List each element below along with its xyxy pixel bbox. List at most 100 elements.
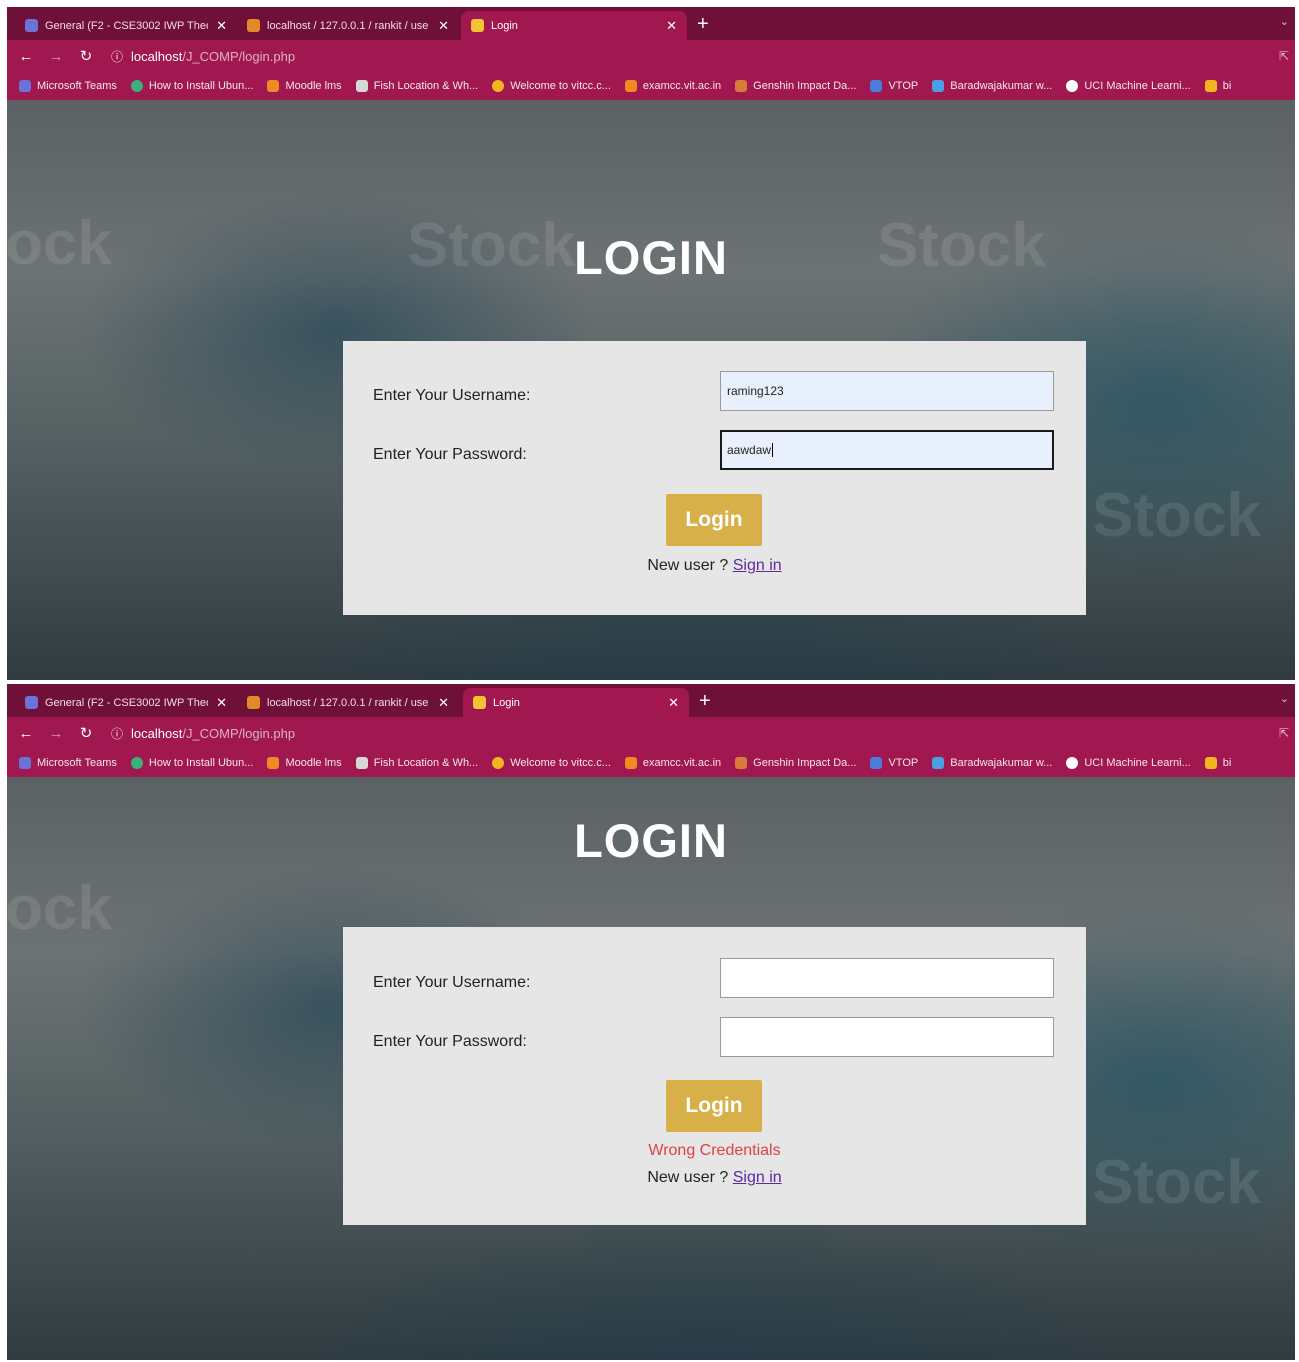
image-icon xyxy=(932,80,945,92)
new-tab-button[interactable]: + xyxy=(699,690,711,712)
teams-icon xyxy=(19,757,31,769)
bookmark-item[interactable]: Moodle lms xyxy=(267,757,342,769)
password-input[interactable] xyxy=(720,1017,1054,1057)
close-icon[interactable]: ✕ xyxy=(438,695,449,711)
bookmarks-bar: Microsoft Teams How to Install Ubun... M… xyxy=(7,72,1295,100)
sign-in-link[interactable]: Sign in xyxy=(733,557,782,574)
moodle-icon xyxy=(624,757,637,769)
share-icon[interactable]: ⇱ xyxy=(1279,726,1289,740)
back-arrow-icon[interactable]: ← xyxy=(15,725,37,742)
password-label: Enter Your Password: xyxy=(373,1033,527,1050)
moodle-icon xyxy=(267,80,280,92)
vtop-icon xyxy=(870,757,883,769)
login-button[interactable]: Login xyxy=(666,1080,762,1132)
tab-teams[interactable]: General (F2 - CSE3002 IWP Theo ✕ xyxy=(15,11,237,40)
bookmark-label: Microsoft Teams xyxy=(37,757,117,769)
tab-label: localhost / 127.0.0.1 / rankit / use xyxy=(267,19,429,32)
watermark-text: ock xyxy=(7,874,112,943)
bookmark-label: bi xyxy=(1222,757,1232,769)
chevron-down-icon[interactable]: ⌄ xyxy=(1280,15,1289,28)
password-label: Enter Your Password: xyxy=(373,446,527,463)
bookmark-item[interactable]: Genshin Impact Da... xyxy=(735,80,856,92)
chevron-down-icon[interactable]: ⌄ xyxy=(1280,692,1289,705)
globe-icon xyxy=(130,80,143,92)
close-icon[interactable]: ✕ xyxy=(216,18,227,34)
bookmark-item[interactable]: Moodle lms xyxy=(267,80,342,92)
new-tab-button[interactable]: + xyxy=(697,13,709,35)
address-bar: ← → ↻ ⓘ localhost/J_COMP/login.php ⇱ xyxy=(7,717,1295,749)
back-arrow-icon[interactable]: ← xyxy=(15,48,37,65)
bookmark-label: Fish Location & Wh... xyxy=(373,80,479,92)
bookmark-item[interactable]: bi xyxy=(1204,757,1232,769)
page-icon xyxy=(473,696,486,709)
text-caret xyxy=(772,443,774,457)
login-button[interactable]: Login xyxy=(666,494,762,546)
username-input[interactable] xyxy=(720,958,1054,998)
close-icon[interactable]: ✕ xyxy=(668,695,679,711)
bookmark-item[interactable]: How to Install Ubun... xyxy=(130,757,253,769)
bookmark-item[interactable]: Microsoft Teams xyxy=(19,80,117,92)
bookmark-item[interactable]: Genshin Impact Da... xyxy=(735,757,856,769)
globe-icon xyxy=(1066,757,1079,769)
new-user-prompt: New user ? Sign in xyxy=(343,1169,1086,1187)
image-icon xyxy=(932,757,945,769)
password-input[interactable]: aawdaw xyxy=(720,430,1054,470)
genshin-icon xyxy=(735,80,748,92)
bookmark-item[interactable]: Fish Location & Wh... xyxy=(355,80,479,92)
bookmark-label: How to Install Ubun... xyxy=(148,80,254,92)
bookmark-label: Welcome to vitcc.c... xyxy=(510,80,611,92)
bookmark-item[interactable]: Welcome to vitcc.c... xyxy=(492,80,611,92)
close-icon[interactable]: ✕ xyxy=(666,18,677,34)
tab-phpmyadmin[interactable]: localhost / 127.0.0.1 / rankit / use ✕ xyxy=(237,11,459,40)
bookmark-item[interactable]: Baradwajakumar w... xyxy=(932,757,1052,769)
bookmark-label: VTOP xyxy=(888,80,919,92)
teams-icon xyxy=(25,19,38,32)
new-user-text: New user ? xyxy=(647,557,733,574)
bookmarks-bar: Microsoft Teams How to Install Ubun... M… xyxy=(7,749,1295,777)
bookmark-label: Welcome to vitcc.c... xyxy=(510,757,611,769)
close-icon[interactable]: ✕ xyxy=(438,18,449,34)
tab-label: Login xyxy=(491,19,518,32)
tab-teams[interactable]: General (F2 - CSE3002 IWP Theo ✕ xyxy=(15,688,237,717)
username-input[interactable]: raming123 xyxy=(720,371,1054,411)
phpmyadmin-icon xyxy=(247,19,260,32)
bookmark-item[interactable]: VTOP xyxy=(870,757,918,769)
login-page: ock Stock Stock Stock LOGIN Enter Your U… xyxy=(7,100,1295,680)
vtop-icon xyxy=(870,80,883,92)
bookmark-label: Microsoft Teams xyxy=(37,80,117,92)
bookmark-item[interactable]: Baradwajakumar w... xyxy=(932,80,1052,92)
bookmark-item[interactable]: UCI Machine Learni... xyxy=(1066,80,1191,92)
bookmark-item[interactable]: VTOP xyxy=(870,80,918,92)
tab-login[interactable]: Login ✕ xyxy=(463,688,689,717)
info-icon[interactable]: ⓘ xyxy=(111,725,123,742)
bookmark-item[interactable]: Welcome to vitcc.c... xyxy=(492,757,611,769)
info-icon[interactable]: ⓘ xyxy=(111,48,123,65)
tab-login[interactable]: Login ✕ xyxy=(461,11,687,40)
forward-arrow-icon[interactable]: → xyxy=(45,725,67,742)
bookmark-item[interactable]: Fish Location & Wh... xyxy=(355,757,478,769)
reload-icon[interactable]: ↻ xyxy=(75,47,97,65)
login-page: ock Stock LOGIN Enter Your Username: Ent… xyxy=(7,777,1295,1360)
bookmark-item[interactable]: UCI Machine Learni... xyxy=(1066,757,1191,769)
sign-in-link[interactable]: Sign in xyxy=(733,1169,782,1186)
share-icon[interactable]: ⇱ xyxy=(1279,49,1289,63)
forward-arrow-icon[interactable]: → xyxy=(45,48,67,65)
bookmark-label: examcc.vit.ac.in xyxy=(642,757,722,769)
login-form: Enter Your Username: raming123 Enter You… xyxy=(343,341,1086,615)
new-user-text: New user ? xyxy=(647,1169,733,1186)
bookmark-item[interactable]: How to Install Ubun... xyxy=(130,80,254,92)
bookmark-item[interactable]: bi xyxy=(1204,80,1231,92)
teams-icon xyxy=(25,696,38,709)
tab-label: localhost / 127.0.0.1 / rankit / use xyxy=(267,696,429,709)
close-icon[interactable]: ✕ xyxy=(216,695,227,711)
bookmark-item[interactable]: examcc.vit.ac.in xyxy=(624,80,721,92)
url-field[interactable]: ⓘ localhost/J_COMP/login.php xyxy=(111,725,295,742)
tab-label: Login xyxy=(493,696,520,709)
bookmark-item[interactable]: Microsoft Teams xyxy=(19,757,117,769)
flower-icon xyxy=(492,80,505,92)
url-field[interactable]: ⓘ localhost/J_COMP/login.php xyxy=(111,48,295,65)
tab-phpmyadmin[interactable]: localhost / 127.0.0.1 / rankit / use ✕ xyxy=(237,688,459,717)
login-form: Enter Your Username: Enter Your Password… xyxy=(343,927,1086,1225)
bookmark-item[interactable]: examcc.vit.ac.in xyxy=(624,757,722,769)
reload-icon[interactable]: ↻ xyxy=(75,724,97,742)
